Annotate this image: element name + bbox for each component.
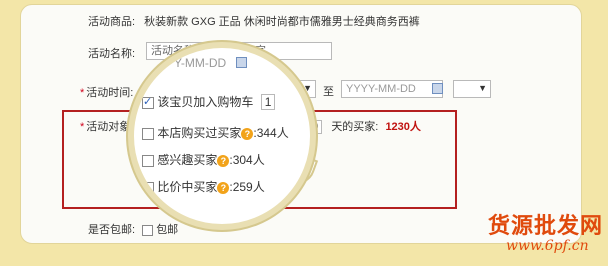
help-icon[interactable]: ? — [241, 127, 254, 140]
lens-date: Y-MM-DD — [174, 56, 247, 70]
time-label: 活动时间: — [86, 87, 134, 99]
help-icon[interactable]: ? — [217, 154, 230, 167]
help-icon[interactable]: ? — [217, 181, 230, 194]
magnifier-lens: Y-MM-DD 该宝贝加入购物车 1 本店购买过买家?:344人 感兴趣买家?:… — [128, 42, 316, 230]
option-interested[interactable]: 感兴趣买家?:304人 — [142, 151, 265, 168]
end-time-select[interactable]: ▼ — [453, 80, 491, 98]
cart-checkbox[interactable] — [142, 95, 154, 109]
calendar-icon[interactable] — [432, 83, 443, 94]
shipping-option: 包邮 — [156, 224, 179, 236]
option-purchased-count: :344人 — [253, 126, 289, 140]
target-row-label: * 活动对象 — [80, 118, 130, 134]
days-row: 30 天的买家: 1230人 — [302, 118, 421, 134]
option-purchased-checkbox[interactable] — [142, 127, 154, 140]
watermark-title: 货源批发网 — [488, 213, 604, 239]
option-comparing[interactable]: 比价中买家?:259人 — [142, 178, 265, 195]
lens-date-text: Y-MM-DD — [174, 56, 227, 70]
option-interested-count: :304人 — [229, 153, 265, 167]
option-comparing-label: 比价中买家 — [157, 180, 218, 194]
option-purchased[interactable]: 本店购买过买家?:344人 — [142, 124, 289, 141]
buyer-count: 1230人 — [385, 121, 421, 133]
cart-option[interactable]: 该宝贝加入购物车 1 — [142, 93, 276, 110]
required-mark: * — [80, 121, 85, 133]
cart-quantity-input[interactable]: 1 — [260, 94, 276, 110]
end-date-input[interactable]: YYYY-MM-DD — [341, 80, 443, 98]
product-row: 活动商品: 秋装新款 GXG 正品 休闲时尚都市儒雅男士经典商务西裤 — [88, 13, 420, 29]
option-comparing-count: :259人 — [229, 180, 265, 194]
time-row-label: * 活动时间: — [80, 84, 133, 100]
end-date-placeholder: YYYY-MM-DD — [346, 83, 416, 95]
option-comparing-checkbox[interactable] — [142, 181, 154, 194]
required-mark: * — [80, 87, 85, 99]
option-interested-label: 感兴趣买家 — [157, 153, 218, 167]
time-to: 至 — [323, 86, 334, 98]
name-label: 活动名称: — [88, 48, 136, 60]
watermark-url: www.6pf.cn — [506, 238, 589, 254]
cart-label: 该宝贝加入购物车 — [157, 95, 254, 109]
calendar-icon — [235, 57, 247, 68]
shipping-row: 是否包邮: 包邮 — [88, 221, 178, 237]
chevron-down-icon: ▼ — [478, 83, 487, 93]
target-label: 活动对象 — [86, 121, 131, 133]
shipping-checkbox[interactable] — [142, 224, 154, 236]
option-purchased-label: 本店购买过买家 — [157, 126, 242, 140]
product-value: 秋装新款 GXG 正品 休闲时尚都市儒雅男士经典商务西裤 — [144, 16, 420, 28]
shipping-label: 是否包邮: — [88, 224, 136, 236]
option-interested-checkbox[interactable] — [142, 154, 154, 167]
days-suffix: 天的买家: — [331, 121, 379, 133]
product-label: 活动商品: — [88, 16, 136, 28]
